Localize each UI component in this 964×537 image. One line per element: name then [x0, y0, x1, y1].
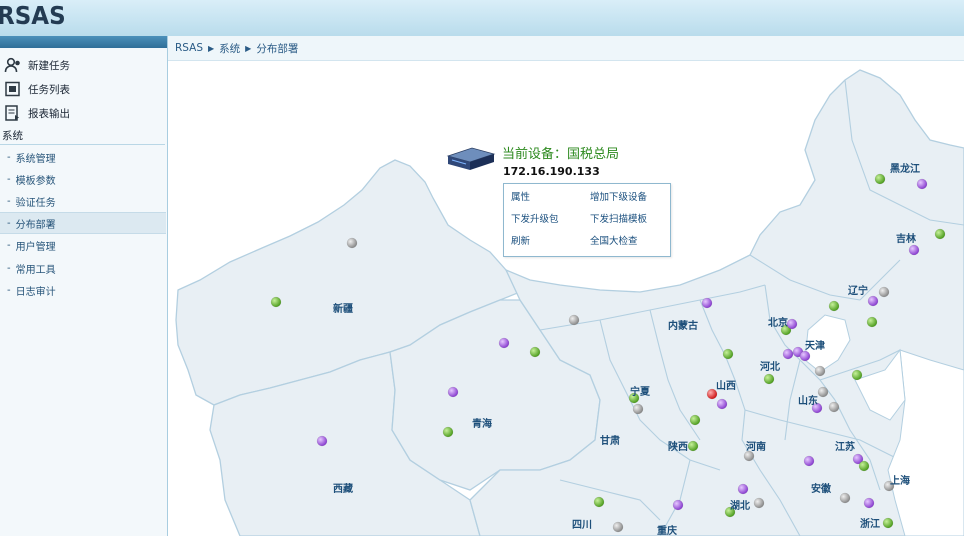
menu-item-push-scan-template[interactable]: 下发扫描模板 [590, 211, 647, 225]
device-node-purple[interactable] [737, 483, 749, 495]
province-label: 安徽 [811, 484, 831, 495]
device-node-green[interactable] [882, 517, 894, 529]
device-node-green[interactable] [858, 460, 870, 472]
province-label: 北京 [768, 318, 788, 329]
device-node-gray[interactable] [753, 497, 765, 509]
device-node-green[interactable] [874, 173, 886, 185]
device-node-green[interactable] [866, 316, 878, 328]
device-node-purple[interactable] [916, 178, 928, 190]
device-node-purple[interactable] [803, 455, 815, 467]
province-label: 河北 [760, 362, 780, 373]
device-node-purple[interactable] [672, 499, 684, 511]
device-node-green[interactable] [722, 348, 734, 360]
province-label: 陕西 [668, 442, 688, 453]
menu-item-properties[interactable]: 属性 [511, 189, 530, 203]
device-node-green[interactable] [851, 369, 863, 381]
device-node-gray[interactable] [568, 314, 580, 326]
device-node-gray[interactable] [814, 365, 826, 377]
device-node-gray[interactable] [839, 492, 851, 504]
province-label: 山东 [798, 396, 818, 407]
device-node-purple[interactable] [316, 435, 328, 447]
device-node-green[interactable] [442, 426, 454, 438]
province-label: 青海 [472, 419, 492, 430]
province-label: 河南 [746, 442, 766, 453]
device-node-green[interactable] [529, 346, 541, 358]
device-node-gray[interactable] [346, 237, 358, 249]
province-label: 湖北 [730, 501, 750, 512]
device-node-purple[interactable] [908, 244, 920, 256]
province-label: 新疆 [333, 304, 353, 315]
device-node-green[interactable] [934, 228, 946, 240]
province-label: 重庆 [657, 526, 677, 537]
province-label: 西藏 [333, 484, 353, 495]
province-label: 上海 [890, 476, 910, 487]
device-node-gray[interactable] [817, 386, 829, 398]
device-ip: 172.16.190.133 [503, 165, 600, 178]
device-node-green[interactable] [689, 414, 701, 426]
province-label: 宁夏 [630, 387, 650, 398]
current-device-title: 当前设备：国税总局 [502, 147, 620, 162]
device-node-gray[interactable] [612, 521, 624, 533]
device-node-purple[interactable] [782, 348, 794, 360]
province-label: 甘肃 [600, 436, 620, 447]
device-node-green[interactable] [763, 373, 775, 385]
device-node-purple[interactable] [701, 297, 713, 309]
device-node-purple[interactable] [716, 398, 728, 410]
device-node-green[interactable] [828, 300, 840, 312]
server-device-icon[interactable] [446, 144, 496, 176]
device-node-gray[interactable] [878, 286, 890, 298]
device-node-gray[interactable] [632, 403, 644, 415]
device-node-green[interactable] [687, 440, 699, 452]
device-node-purple[interactable] [447, 386, 459, 398]
china-map [175, 69, 964, 536]
province-label: 浙江 [860, 519, 880, 530]
province-label: 山西 [716, 381, 736, 392]
device-node-purple[interactable] [867, 295, 879, 307]
menu-item-national-inspection[interactable]: 全国大检查 [590, 233, 638, 247]
device-node-purple[interactable] [498, 337, 510, 349]
province-label: 吉林 [896, 234, 916, 245]
device-context-menu: 属性 增加下级设备 下发升级包 下发扫描模板 刷新 全国大检查 [503, 183, 671, 257]
province-label: 辽宁 [848, 286, 868, 297]
device-node-green[interactable] [593, 496, 605, 508]
device-node-gray[interactable] [828, 401, 840, 413]
device-node-purple[interactable] [799, 350, 811, 362]
device-node-green[interactable] [270, 296, 282, 308]
province-label: 四川 [572, 520, 592, 531]
province-label: 内蒙古 [668, 321, 698, 332]
menu-item-push-upgrade[interactable]: 下发升级包 [511, 211, 559, 225]
menu-item-refresh[interactable]: 刷新 [511, 233, 530, 247]
province-label: 黑龙江 [890, 164, 920, 175]
province-label: 江苏 [835, 442, 855, 453]
province-label: 天津 [805, 341, 825, 352]
device-node-purple[interactable] [786, 318, 798, 330]
device-node-purple[interactable] [863, 497, 875, 509]
map-landmass [175, 69, 964, 536]
menu-item-add-subdevice[interactable]: 增加下级设备 [590, 189, 647, 203]
